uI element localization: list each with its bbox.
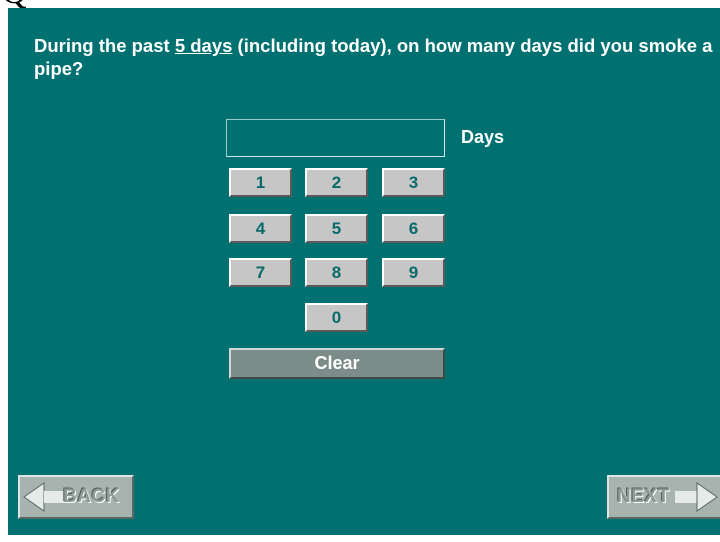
keypad-key-0[interactable]: 0 (305, 303, 368, 332)
question-emphasis: 5 days (174, 35, 233, 56)
keypad-key-2[interactable]: 2 (305, 168, 368, 197)
keypad-key-9[interactable]: 9 (382, 258, 445, 287)
answer-unit-label: Days (461, 127, 505, 147)
back-button-label: BACK (63, 486, 120, 507)
keypad-key-4[interactable]: 4 (229, 214, 292, 243)
keypad-key-1[interactable]: 1 (229, 168, 292, 197)
next-button[interactable]: NEXT (607, 475, 720, 519)
keypad-key-7[interactable]: 7 (229, 258, 292, 287)
question-text: During the past 5 days (including today)… (34, 34, 720, 80)
keypad-key-6[interactable]: 6 (382, 214, 445, 243)
next-button-label: NEXT (617, 486, 670, 507)
question-text-before: During the past (34, 35, 175, 56)
back-button[interactable]: BACK (18, 475, 134, 519)
survey-screen: During the past 5 days (including today)… (8, 8, 720, 535)
keypad-key-5[interactable]: 5 (305, 214, 368, 243)
clipped-header-text: Q (2, 0, 29, 8)
clear-button[interactable]: Clear (229, 348, 445, 379)
days-answer-field[interactable] (226, 119, 445, 157)
keypad-key-3[interactable]: 3 (382, 168, 445, 197)
top-strip: Q (0, 0, 720, 8)
keypad-key-8[interactable]: 8 (305, 258, 368, 287)
